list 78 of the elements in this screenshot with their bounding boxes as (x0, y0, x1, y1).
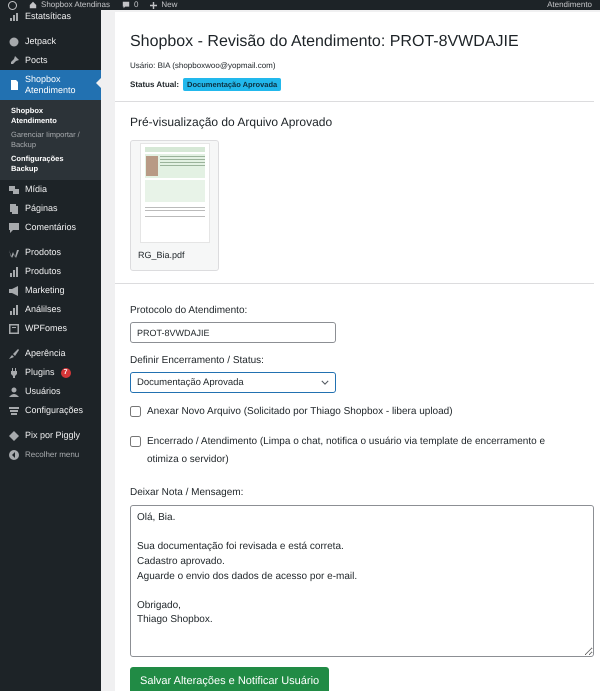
menu-label: Análilses (25, 304, 62, 315)
pages-icon (9, 204, 19, 214)
status-select[interactable]: Documentação Aprovada (130, 372, 336, 394)
menu-label: Páginas (25, 203, 58, 214)
diamond-icon (9, 430, 19, 440)
megaphone-icon (9, 286, 19, 296)
new-link[interactable]: New (150, 0, 178, 10)
file-name: RG_Bia.pdf (137, 249, 186, 262)
field-label: Deixar Nota / Mensagem: (130, 486, 244, 500)
sidebar-item[interactable]: Produtos (0, 262, 101, 281)
current-indicator-icon (96, 78, 101, 88)
message-field[interactable]: Olá, Bia. Sua documentação foi revisada e está correta. Cadastro aprovado. Aguarde o envio dos dados de acesso por e-mail. Obrigado, Thiago Shopbox. (130, 505, 594, 658)
sidebar-item[interactable]: Marketing (0, 281, 101, 300)
account-link[interactable]: Atendimento (547, 0, 592, 10)
sidebar-item[interactable]: Pocts (0, 51, 101, 70)
sidebar-item[interactable]: Mídia (0, 180, 101, 199)
protocol-field[interactable]: PROT-8VWDAJIE (130, 322, 336, 344)
page-title: Shopbox - Revisão do Atendimento: PROT-8VWDAJIE (130, 32, 520, 52)
save-button[interactable]: Salvar Alterações e Notificar Usuário (130, 667, 330, 691)
menu-label: Marketing (25, 285, 65, 296)
user-icon (9, 386, 19, 396)
speech-bubble-icon (122, 1, 130, 9)
section-heading: Pré-visualização do Arquivo Aprovado (130, 114, 334, 132)
sidebar-item[interactable]: Recolher menu (0, 445, 101, 464)
checkbox[interactable] (130, 436, 141, 448)
sidebar-item[interactable]: Aperência (0, 344, 101, 363)
site-link[interactable]: Shopbox Atendinas (29, 0, 110, 10)
sidebar-item[interactable]: Prodotos (0, 243, 101, 262)
sidebar-item[interactable]: Estatsíticas (0, 7, 101, 26)
bar-chart-icon (9, 304, 19, 314)
circle-icon (9, 36, 19, 46)
sidebar-item[interactable]: Usuários (0, 382, 101, 401)
checkbox-label: Encerrado / Atendimento (Limpa o chat, notifica o usuário via template de encerramento e otimiza o servidor) (147, 435, 546, 468)
plus-icon (150, 2, 158, 8)
menu-label: Shopbox Atendimento (25, 74, 77, 96)
field-label: Protocolo do Atendimento: (130, 304, 248, 318)
comments-link[interactable]: 0 (122, 0, 138, 10)
document-icon (9, 80, 19, 90)
collapse-icon (9, 450, 19, 460)
menu-label: Pocts (25, 55, 48, 66)
menu-label: Estatsíticas (25, 11, 72, 22)
settings-icon (9, 406, 19, 416)
plug-icon (9, 368, 19, 378)
media-icon (9, 184, 19, 194)
menu-label: Mídia (25, 184, 48, 195)
menu-label: WPFomes (25, 323, 68, 334)
menu-label: Usuários (25, 386, 61, 397)
menu-label: Plugins (25, 367, 55, 378)
menu-label: Aperência (25, 348, 66, 359)
sidebar-item[interactable]: Pix por Piggly (0, 426, 101, 445)
menu-label: Recolher menu (25, 449, 80, 460)
chevron-icon (321, 380, 329, 386)
bar-chart-icon (9, 12, 19, 22)
sidebar-item[interactable]: Páginas (0, 199, 101, 218)
sidebar-item[interactable]: Comentários (0, 218, 101, 237)
menu-label: Produtos (25, 266, 62, 277)
checkbox-label: Anexar Novo Arquivo (Solicitado por Thiago Shopbox - libera upload) (147, 405, 454, 420)
menu-label: Pix por Piggly (25, 430, 80, 441)
bar-chart-icon (9, 266, 19, 276)
menu-label: Prodotos (25, 247, 62, 258)
menu-label: Comentários (25, 222, 76, 233)
status-label: Status Atual: (130, 78, 180, 91)
menu-label: Jetpack (25, 36, 56, 47)
brush-icon (9, 348, 19, 358)
sidebar-item[interactable]: Análilses (0, 300, 101, 319)
checkbox[interactable] (130, 406, 141, 418)
sidebar-item[interactable]: Configurações (0, 401, 101, 420)
field-label: Definir Encerramento / Status: (130, 354, 265, 368)
sidebar-item[interactable]: WPFomes (0, 319, 101, 338)
sidebar-item[interactable]: Shopbox Atendimento (0, 70, 101, 100)
w-logo-icon (9, 248, 19, 258)
speech-bubble-icon (9, 222, 19, 232)
pin-icon (9, 56, 19, 66)
menu-label: Configurações (25, 405, 84, 416)
form-icon (9, 324, 19, 334)
sidebar-item[interactable]: Jetpack (0, 32, 101, 51)
file-card[interactable]: RG_Bia.pdf (130, 140, 219, 272)
user-info: Usário: BIA (shopboxwoo@yopmail.com) (130, 60, 277, 72)
